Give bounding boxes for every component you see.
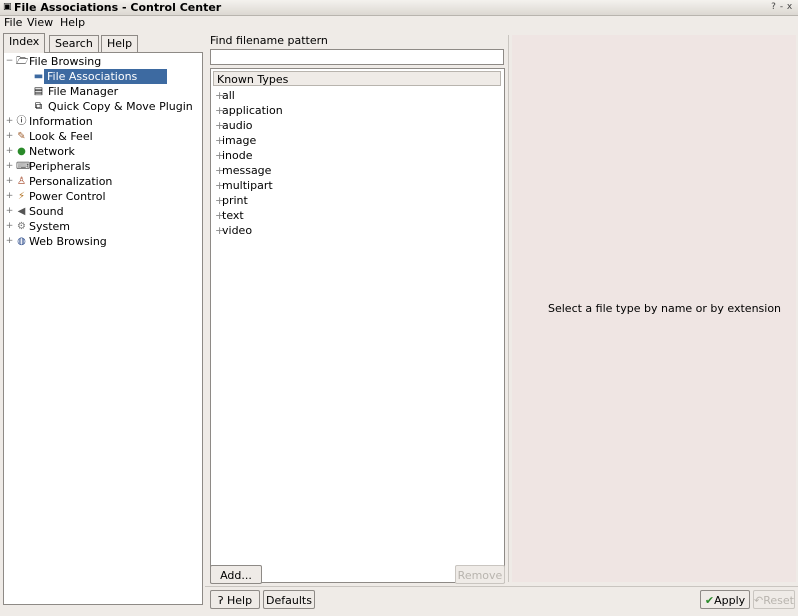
menu-file[interactable]: File	[4, 16, 22, 29]
expand-icon[interactable]: +	[5, 204, 14, 219]
known-types-list[interactable]: Known Types +all +application +audio +im…	[210, 68, 505, 583]
minimize-button[interactable]: -	[778, 2, 786, 12]
kde-icon[interactable]: ▣	[3, 3, 12, 12]
known-types-header[interactable]: Known Types	[213, 71, 501, 86]
expand-icon[interactable]: +	[215, 118, 224, 133]
add-button[interactable]: Add...	[210, 565, 262, 584]
type-item-text[interactable]: +text	[215, 208, 244, 223]
type-item-message[interactable]: +message	[215, 163, 271, 178]
expand-icon[interactable]: +	[215, 193, 224, 208]
type-item-application[interactable]: +application	[215, 103, 283, 118]
personalization-icon: ♙	[17, 176, 26, 187]
copy-icon: ⧉	[34, 101, 43, 112]
title-bar[interactable]: ▣ File Associations - Control Center ? - x	[0, 0, 798, 16]
associations-icon: ▬	[33, 71, 44, 82]
menu-view[interactable]: View	[27, 16, 53, 29]
expand-icon[interactable]: +	[5, 174, 14, 189]
expand-icon[interactable]: +	[215, 103, 224, 118]
panel-divider[interactable]	[508, 35, 509, 582]
expand-icon[interactable]: +	[5, 234, 14, 249]
expand-icon[interactable]: +	[5, 144, 14, 159]
tab-search[interactable]: Search	[49, 35, 99, 52]
expand-icon[interactable]: +	[215, 178, 224, 193]
window-controls: ? - x	[770, 2, 794, 12]
type-item-audio[interactable]: +audio	[215, 118, 252, 133]
type-item-print[interactable]: +print	[215, 193, 248, 208]
collapse-icon[interactable]: −	[5, 54, 14, 69]
tab-help[interactable]: Help	[101, 35, 139, 52]
status-bar	[0, 606, 798, 616]
folder-icon: 🗁	[16, 56, 29, 67]
find-pattern-input[interactable]	[210, 49, 504, 65]
peripherals-icon: ⌨	[16, 161, 31, 172]
tab-index[interactable]: Index	[3, 33, 46, 53]
info-icon: ⓘ	[16, 116, 27, 127]
system-icon: ⚙	[17, 221, 26, 232]
expand-icon[interactable]: +	[215, 223, 224, 238]
help-window-button[interactable]: ?	[770, 2, 778, 12]
bottom-separator	[205, 586, 798, 587]
expand-icon[interactable]: +	[215, 133, 224, 148]
close-button[interactable]: x	[786, 2, 794, 12]
expand-icon[interactable]: +	[215, 148, 224, 163]
power-icon: ⚡	[17, 191, 26, 202]
window-title: File Associations - Control Center	[14, 1, 222, 14]
type-item-video[interactable]: +video	[215, 223, 252, 238]
network-icon: ●	[17, 146, 26, 157]
expand-icon[interactable]: +	[5, 114, 14, 129]
expand-icon[interactable]: +	[5, 189, 14, 204]
type-item-all[interactable]: +all	[215, 88, 235, 103]
expand-icon[interactable]: +	[215, 163, 224, 178]
remove-button[interactable]: Remove	[455, 565, 505, 584]
menu-bar: File View Help	[0, 15, 798, 30]
expand-icon[interactable]: +	[215, 88, 224, 103]
lookfeel-icon: ✎	[17, 131, 26, 142]
select-file-type-message: Select a file type by name or by extensi…	[548, 302, 782, 315]
expand-icon[interactable]: +	[5, 159, 14, 174]
details-panel: Select a file type by name or by extensi…	[512, 35, 796, 582]
type-item-image[interactable]: +image	[215, 133, 256, 148]
sound-icon: ◀	[17, 206, 26, 217]
module-tree[interactable]: − 🗁 File Browsing ▬ File Associations ▤ …	[3, 52, 203, 605]
menu-help[interactable]: Help	[60, 16, 85, 29]
web-icon: ◍	[17, 236, 26, 247]
filemanager-icon: ▤	[33, 86, 44, 97]
expand-icon[interactable]: +	[5, 129, 14, 144]
expand-icon[interactable]: +	[5, 219, 14, 234]
type-item-multipart[interactable]: +multipart	[215, 178, 273, 193]
find-pattern-label: Find filename pattern	[210, 34, 328, 47]
expand-icon[interactable]: +	[215, 208, 224, 223]
type-item-inode[interactable]: +inode	[215, 148, 253, 163]
